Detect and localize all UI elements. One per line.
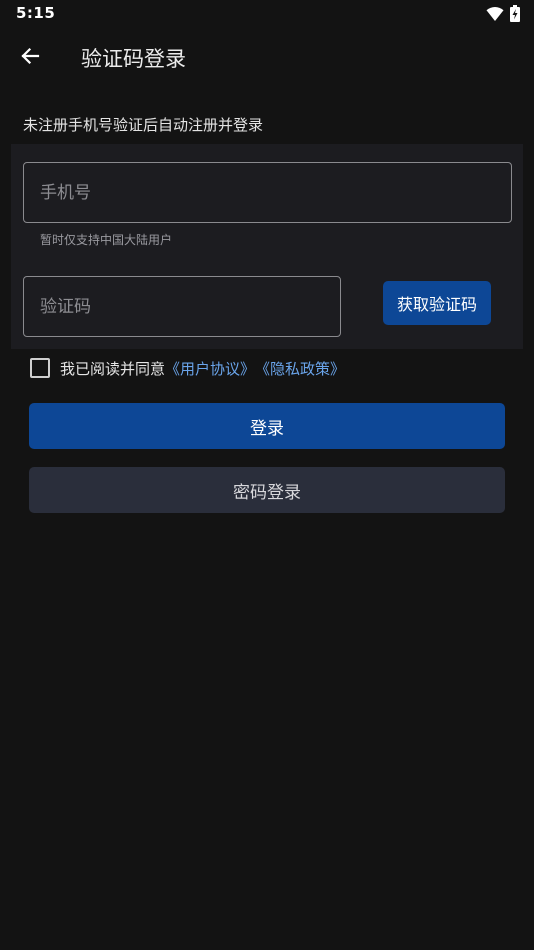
- page-title: 验证码登录: [81, 47, 186, 71]
- phone-input[interactable]: [23, 162, 512, 223]
- status-icons: [486, 5, 520, 26]
- agreement-text: 我已阅读并同意: [60, 359, 166, 378]
- wifi-icon: [486, 6, 504, 26]
- agreement-checkbox[interactable]: [30, 358, 50, 378]
- status-bar: 5:15: [0, 0, 534, 28]
- password-login-button[interactable]: 密码登录: [29, 467, 505, 513]
- phone-helper-text: 暂时仅支持中国大陆用户: [40, 233, 173, 247]
- login-button[interactable]: 登录: [29, 403, 505, 449]
- battery-charging-icon: [510, 5, 520, 26]
- verification-code-input[interactable]: [23, 276, 341, 337]
- back-button[interactable]: [12, 40, 48, 76]
- app-bar: 验证码登录: [0, 28, 534, 88]
- privacy-policy-link[interactable]: 《隐私政策》: [255, 358, 345, 379]
- agreement-row: 我已阅读并同意 《用户协议》 《隐私政策》: [30, 357, 345, 379]
- user-agreement-link[interactable]: 《用户协议》: [165, 358, 255, 379]
- get-code-button[interactable]: 获取验证码: [383, 281, 491, 325]
- arrow-left-icon: [20, 46, 40, 70]
- status-time: 5:15: [16, 4, 56, 22]
- login-screen: 5:15 验证码登录 未注册手机号验证后自动注册并登录 手机号 暂时仅支持中国大…: [0, 0, 534, 950]
- login-form: 暂时仅支持中国大陆用户 获取验证码: [11, 144, 523, 349]
- register-hint: 未注册手机号验证后自动注册并登录: [23, 116, 264, 134]
